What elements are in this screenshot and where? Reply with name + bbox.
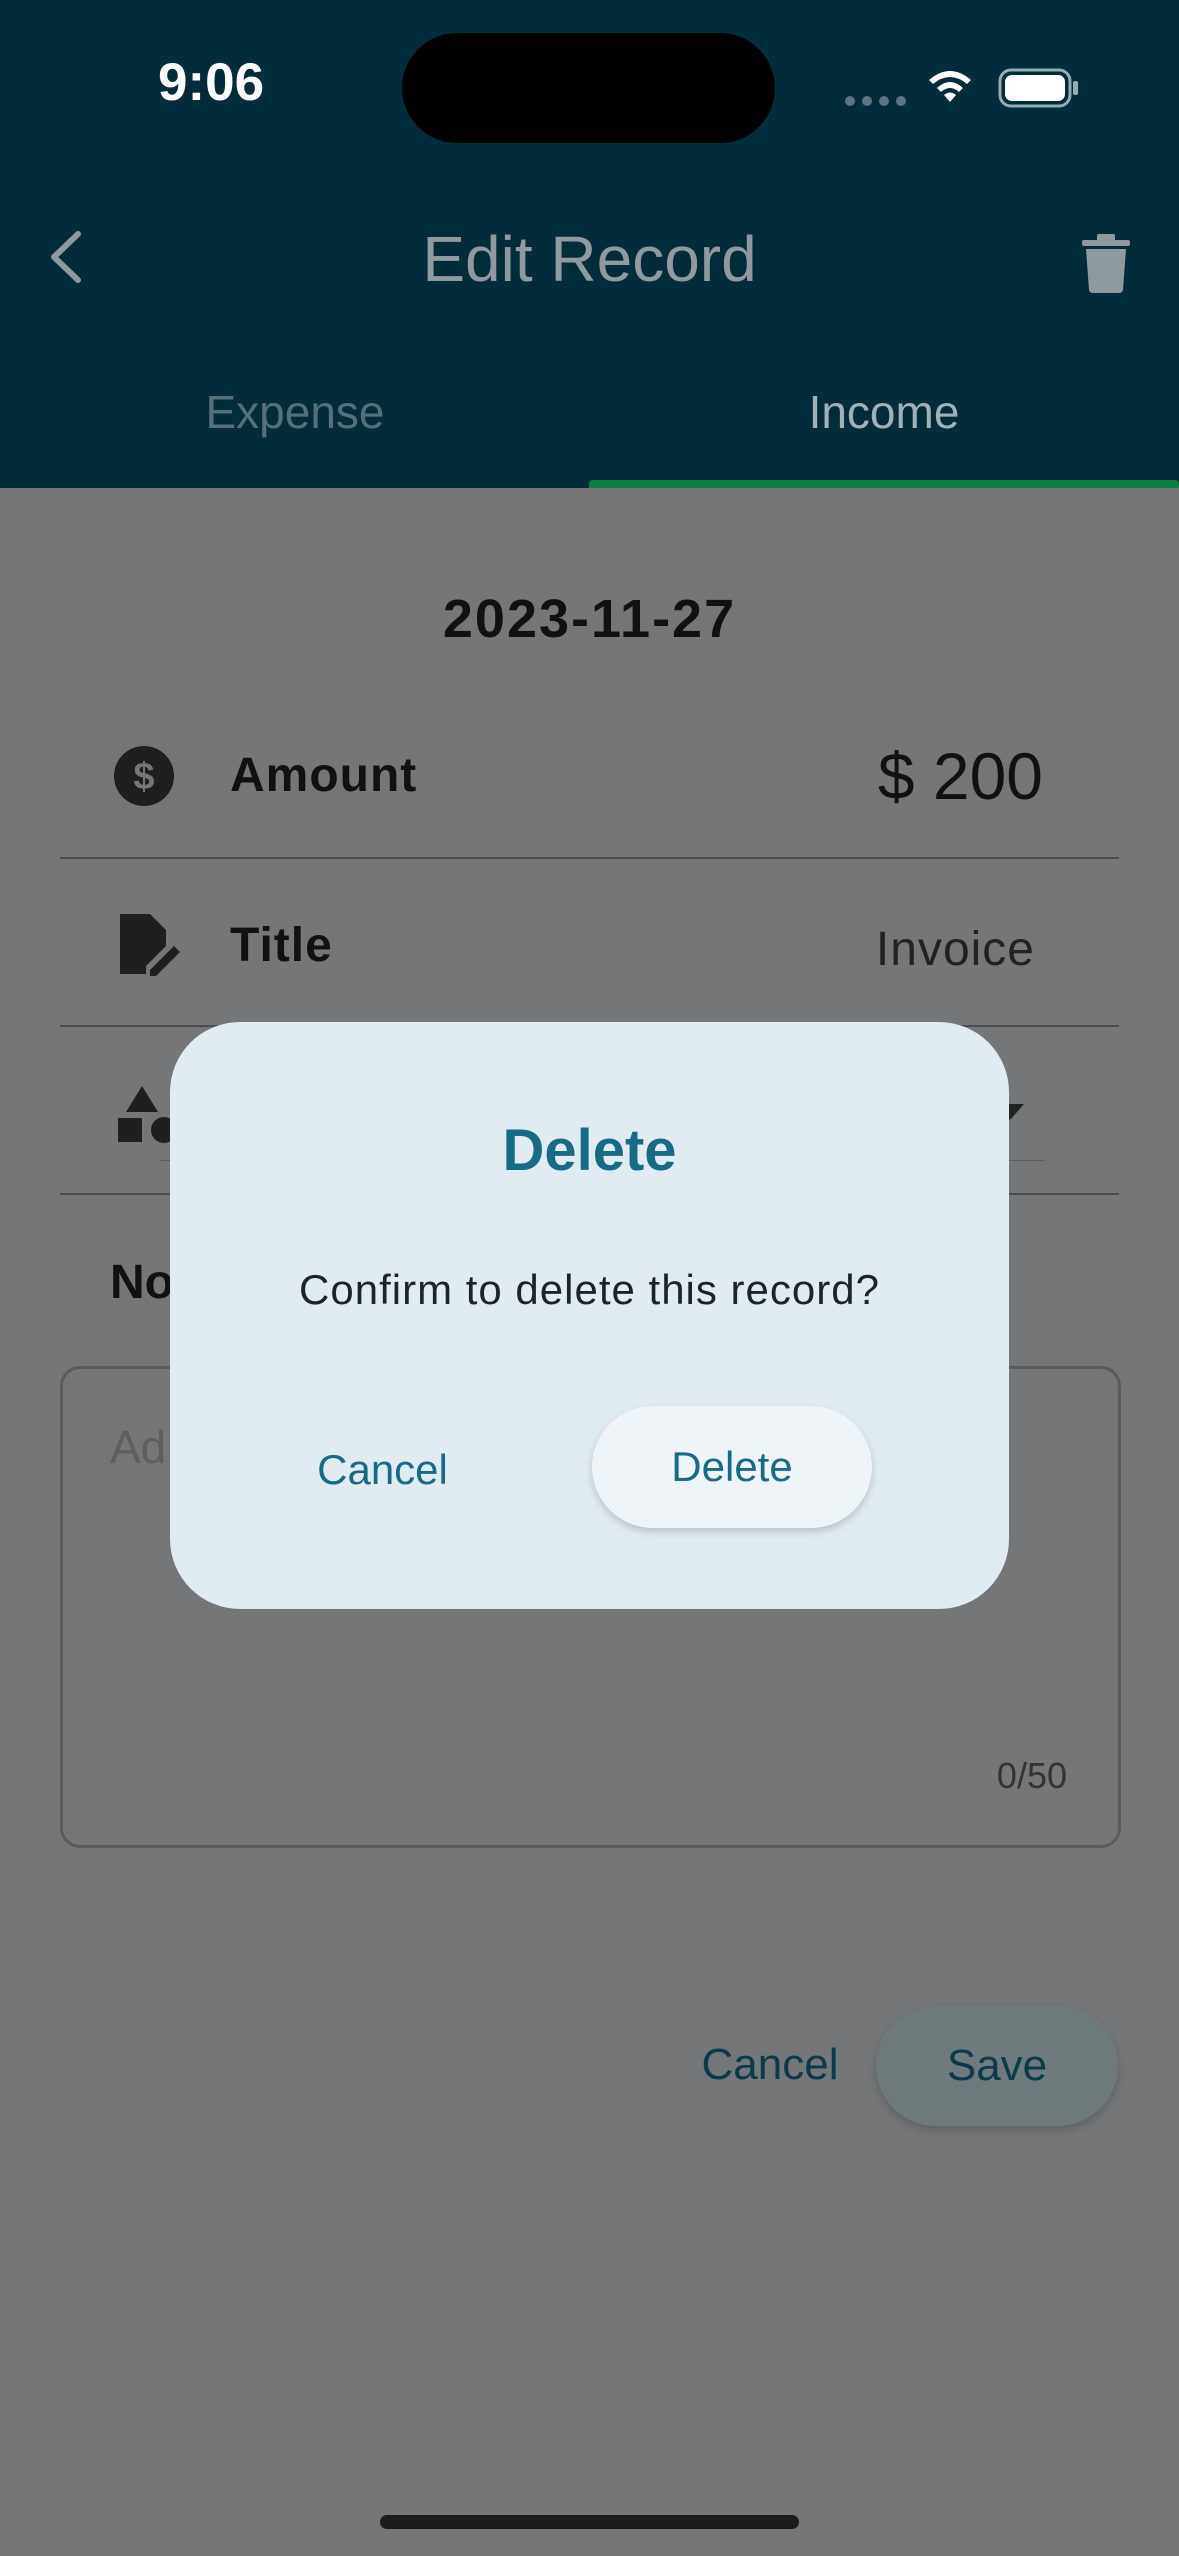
screen: 9:06 Edit Record Expense Income 2023-11-…	[0, 0, 1179, 2556]
delete-confirm-dialog: Delete Confirm to delete this record? Ca…	[170, 1022, 1009, 1609]
battery-icon	[998, 68, 1078, 108]
title-value[interactable]: Invoice	[876, 922, 1035, 977]
tab-income[interactable]: Income	[589, 385, 1179, 439]
page-title: Edit Record	[422, 223, 757, 295]
tab-expense[interactable]: Expense	[0, 385, 590, 439]
home-indicator[interactable]	[380, 2515, 799, 2529]
dynamic-island	[402, 33, 775, 143]
dialog-cancel-button[interactable]: Cancel	[290, 1412, 475, 1527]
save-button[interactable]: Save	[876, 2006, 1118, 2126]
cancel-button[interactable]: Cancel	[680, 2010, 860, 2120]
notes-placeholder: Ad	[110, 1421, 167, 1473]
notes-char-count: 0/50	[996, 1755, 1067, 1796]
dialog-title: Delete	[502, 1118, 677, 1183]
dollar-circle-icon: $	[114, 746, 174, 806]
tab-selected-indicator	[589, 480, 1179, 488]
file-edit-icon	[120, 914, 180, 976]
date-picker[interactable]: 2023-11-27	[0, 588, 1179, 650]
wifi-icon	[929, 71, 971, 102]
svg-text:$: $	[133, 756, 154, 798]
dialog-delete-button[interactable]: Delete	[592, 1406, 872, 1528]
notes-label: No	[110, 1256, 174, 1309]
dialog-message: Confirm to delete this record?	[299, 1266, 880, 1313]
shapes-icon	[118, 1086, 177, 1143]
amount-label: Amount	[230, 749, 418, 802]
trash-icon[interactable]	[1080, 232, 1132, 294]
app-header: 9:06 Edit Record Expense Income	[0, 0, 1179, 488]
amount-value[interactable]: $ 200	[878, 738, 1043, 814]
title-label: Title	[230, 919, 333, 972]
divider	[60, 857, 1119, 859]
status-time: 9:06	[158, 53, 265, 112]
cellular-signal-icon	[845, 96, 906, 106]
